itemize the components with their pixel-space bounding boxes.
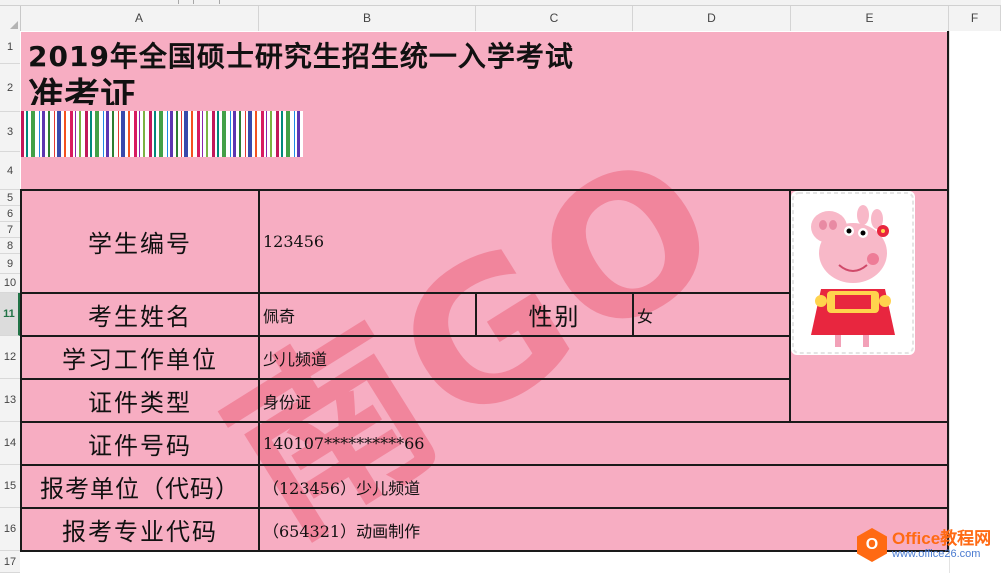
peppa-pig-icon [792,192,914,354]
row-header-3[interactable]: 3 [0,112,20,152]
office-logo-icon: O [857,528,887,562]
row-header-16[interactable]: 16 [0,508,20,551]
table-border [258,189,260,552]
worksheet-grid[interactable]: 南GO 2019年全国硕士研究生招生统一入学考试 准考证 学生编号 123456… [20,31,1001,576]
row-header-13[interactable]: 13 [0,379,20,422]
major-code-value[interactable]: （654321）动画制作 [263,509,420,550]
id-number-value[interactable]: 140107**********66 [263,423,424,464]
name-value[interactable]: 佩奇 [263,294,295,335]
student-id-value[interactable]: 123456 [263,191,324,292]
barcode-image [21,111,304,157]
student-id-label: 学生编号 [88,230,192,258]
id-type-label: 证件类型 [88,389,192,417]
table-border [21,550,949,552]
apply-unit-value[interactable]: （123456）少儿频道 [263,466,420,507]
ticket-title: 2019年全国硕士研究生招生统一入学考试 [28,40,574,73]
work-unit-label: 学习工作单位 [62,346,218,374]
select-all-triangle-icon [10,21,18,29]
row-header-9[interactable]: 9 [0,254,20,274]
id-type-value[interactable]: 身份证 [263,380,311,421]
barcode-gap [300,111,304,157]
formula-bar-edge [219,0,1000,4]
row-header-6[interactable]: 6 [0,206,20,222]
row-header-12[interactable]: 12 [0,336,20,379]
column-header-b[interactable]: B [259,6,476,31]
table-border [947,31,949,552]
column-header-c[interactable]: C [476,6,633,31]
column-header-d[interactable]: D [633,6,791,31]
gender-value[interactable]: 女 [637,294,653,335]
gridline [949,31,950,573]
row-header-2[interactable]: 2 [0,64,20,112]
row-header-5[interactable]: 5 [0,190,20,206]
column-header-f[interactable]: F [949,6,1001,31]
row-header-11[interactable]: 11 [0,293,20,336]
id-number-label: 证件号码 [88,432,192,460]
row-header-17[interactable]: 17 [0,551,20,573]
gender-label: 性别 [528,303,581,331]
tab-edge [178,0,194,4]
select-all-corner[interactable] [0,6,21,32]
ticket-subtitle: 准考证 [28,76,137,105]
office26-logo: O Office教程网 www.office26.com [857,528,991,562]
row-header-10[interactable]: 10 [0,274,20,293]
logo-title: Office教程网 [892,529,992,548]
row-header-4[interactable]: 4 [0,152,20,190]
row-header-7[interactable]: 7 [0,222,20,238]
major-code-label: 报考专业代码 [62,518,218,546]
column-header-e[interactable]: E [791,6,949,31]
work-unit-value[interactable]: 少儿频道 [263,337,327,378]
row-header-15[interactable]: 15 [0,465,20,508]
logo-url: www.office26.com [892,548,981,560]
row-header-8[interactable]: 8 [0,238,20,254]
name-label: 考生姓名 [88,303,192,331]
peppa-pig-photo[interactable] [791,191,915,355]
column-header-a[interactable]: A [20,6,259,31]
row-header-14[interactable]: 14 [0,422,20,465]
row-header-1[interactable]: 1 [0,31,20,64]
apply-unit-label: 报考单位（代码） [40,475,240,503]
table-border [632,292,634,337]
